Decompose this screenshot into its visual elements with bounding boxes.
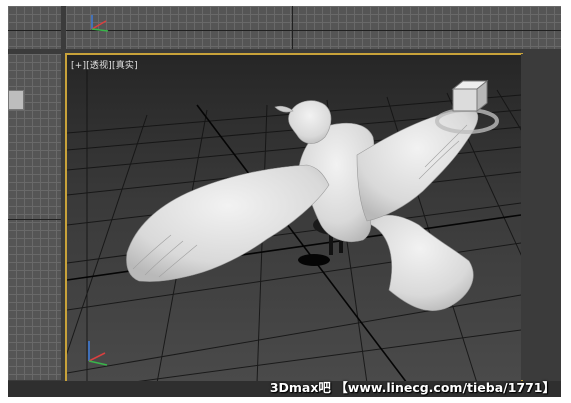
watermark-text: 3Dmax吧 【www.linecg.com/tieba/1771】	[269, 380, 555, 395]
viewport-grid	[8, 6, 61, 49]
viewport-top[interactable]	[8, 6, 61, 49]
viewport-front[interactable]	[66, 6, 561, 49]
scene-object-thumbnail	[8, 90, 24, 110]
viewport-view-menu[interactable]: [透视]	[86, 61, 112, 71]
axis-gizmo-icon	[91, 15, 109, 32]
grid-axis-line	[8, 30, 61, 31]
axis-gizmo-icon	[88, 341, 108, 366]
viewport-shading-menu[interactable]: [真实]	[112, 61, 138, 71]
viewport-label[interactable]: [+][透视][真实]	[71, 58, 138, 71]
grid-axis-line	[292, 6, 293, 49]
viewport-plus-menu[interactable]: [+]	[71, 61, 86, 71]
grid-axis-line	[8, 219, 61, 220]
right-panel-strip	[521, 54, 561, 380]
perspective-scene	[67, 65, 521, 383]
viewport-perspective[interactable]: [+][透视][真实]	[65, 53, 523, 385]
bird-model	[126, 100, 479, 311]
app-frame: [+][透视][真实]	[8, 6, 561, 397]
viewport-left[interactable]	[8, 54, 61, 380]
viewport-grid	[66, 6, 561, 49]
grid-axis-line	[66, 30, 561, 31]
